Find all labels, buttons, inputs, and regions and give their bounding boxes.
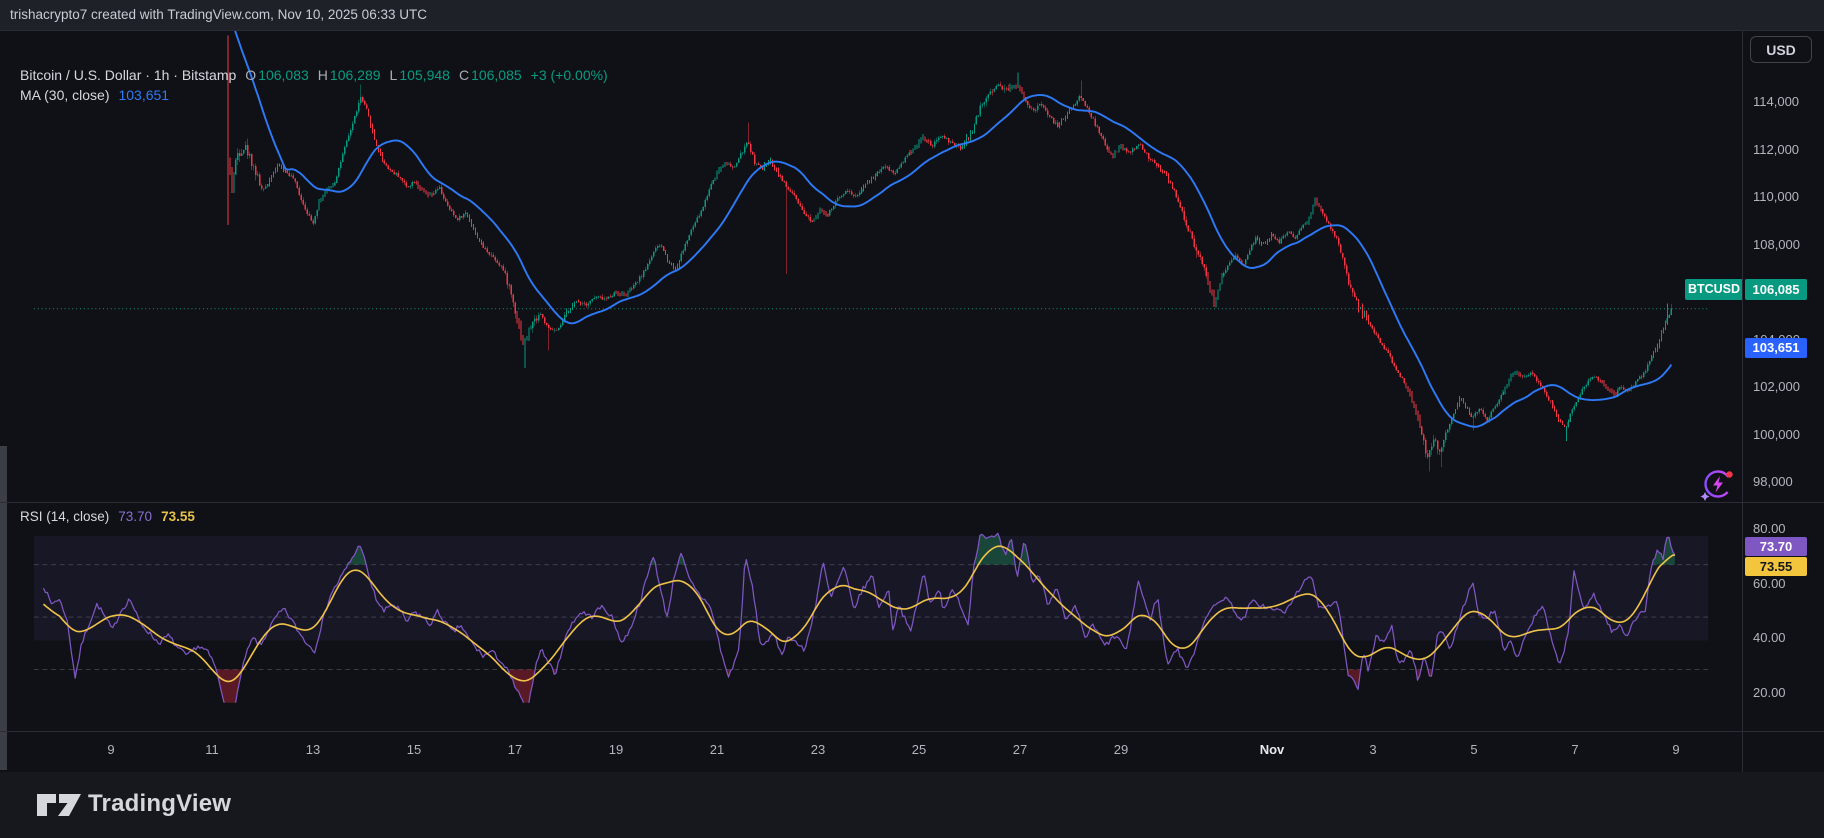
time-tick-label: 13 [285,741,341,759]
time-tick-label: 21 [689,741,745,759]
time-tick-label: 27 [992,741,1048,759]
symbol-title: Bitcoin / U.S. Dollar · 1h · Bitstamp [20,67,236,83]
axis-tick-label: 60.00 [1753,575,1786,593]
ma-price-label: 103,651 [1745,338,1807,358]
time-tick-label: 29 [1093,741,1149,759]
rsi-value-label: 73.70 [1745,537,1807,556]
axis-tick-label: 108,000 [1753,236,1800,254]
time-tick-label: 9 [83,741,139,759]
rsi-label: RSI (14, close) [20,509,109,524]
axis-tick-label: 98,000 [1753,473,1793,491]
time-tick-label: 11 [184,741,240,759]
logo-bar: TradingView [0,772,1824,838]
open-value: 106,083 [258,67,309,83]
last-price-label: 106,085 [1745,279,1807,300]
axis-tick-label: 80.00 [1753,520,1786,538]
axis-tick-label: 110,000 [1753,188,1799,206]
time-tick-label: 3 [1345,741,1401,759]
ma-legend-row[interactable]: MA (30, close) 103,651 [20,87,169,103]
tradingview-chart-window: trishacrypto7 created with TradingView.c… [0,0,1824,838]
axis-tick-label: 102,000 [1753,378,1800,396]
rsi-ma-value-label: 73.55 [1745,557,1807,576]
time-tick-label: 7 [1547,741,1603,759]
high-label: H [318,67,328,83]
axis-tick-label: 112,000 [1753,141,1799,159]
axis-tick-label: 20.00 [1753,684,1786,702]
rsi-ma-value: 73.55 [161,509,195,524]
ma-value: 103,651 [118,87,169,103]
open-label: O [245,67,256,83]
attribution-bar: trishacrypto7 created with TradingView.c… [0,0,1824,30]
axis-tick-label: 114,000 [1753,93,1799,111]
close-value: 106,085 [471,67,522,83]
rsi-value: 73.70 [118,509,152,524]
time-tick-label: 5 [1446,741,1502,759]
close-label: C [459,67,469,83]
time-tick-label: 9 [1648,741,1704,759]
tradingview-logo-icon[interactable] [36,791,82,819]
time-tick-label: 23 [790,741,846,759]
time-tick-label: 15 [386,741,442,759]
time-axis[interactable]: 9 11 13 15 17 19 21 23 25 27 29 Nov 3 5 7 9 [0,731,1742,772]
boost-lightning-icon[interactable] [1698,466,1736,502]
axis-tick-label: 40.00 [1753,629,1786,647]
symbol-price-tag: BTCUSD [1685,279,1743,300]
time-tick-label: 25 [891,741,947,759]
time-tick-label: 19 [588,741,644,759]
attribution-text: trishacrypto7 created with TradingView.c… [10,0,427,30]
rsi-legend-row[interactable]: RSI (14, close) 73.70 73.55 [20,509,195,524]
currency-toggle-button[interactable]: USD [1750,36,1812,63]
chart-region: Bitcoin / U.S. Dollar · 1h · Bitstamp O … [0,30,1824,772]
change-value: +3 (+0.00%) [531,67,608,83]
time-tick-label: 17 [487,741,543,759]
ma-label: MA (30, close) [20,87,109,103]
low-value: 105,948 [399,67,450,83]
pane-scroll-strip[interactable] [0,446,7,770]
high-value: 106,289 [330,67,381,83]
tradingview-wordmark[interactable]: TradingView [88,790,231,818]
chart-canvas[interactable] [0,30,1742,772]
symbol-legend-row[interactable]: Bitcoin / U.S. Dollar · 1h · Bitstamp O … [20,67,608,83]
axis-tick-label: 100,000 [1753,426,1800,444]
low-label: L [390,67,398,83]
time-tick-label: Nov [1244,741,1300,759]
